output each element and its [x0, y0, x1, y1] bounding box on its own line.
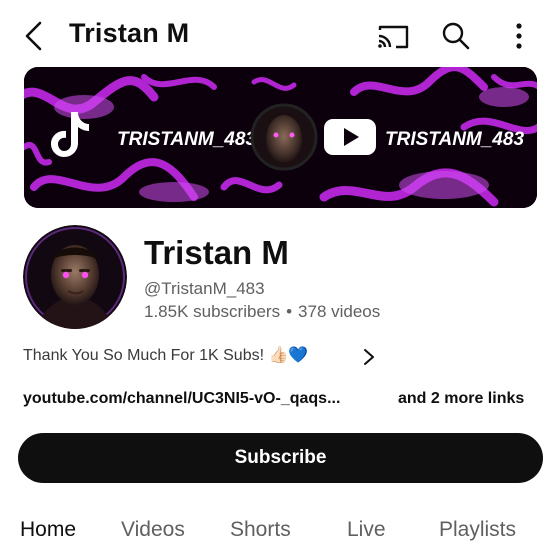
tab-live[interactable]: Live	[347, 518, 386, 542]
channel-stats: 1.85K subscribers • 378 videos	[144, 302, 380, 322]
channel-link[interactable]: youtube.com/channel/UC3NI5-vO-_qaqs...	[23, 390, 340, 407]
banner-avatar	[250, 103, 318, 171]
cast-icon[interactable]	[376, 24, 410, 50]
chevron-right-icon[interactable]	[362, 347, 376, 367]
channel-description[interactable]: Thank You So Much For 1K Subs! 👍🏻💙	[23, 345, 308, 365]
video-count: 378 videos	[298, 302, 381, 321]
more-vertical-icon[interactable]	[510, 21, 528, 51]
tab-home[interactable]: Home	[20, 518, 76, 542]
channel-banner: TRISTANM_483 TRISTANM_483	[24, 67, 537, 208]
more-links-button[interactable]: and 2 more links	[398, 390, 524, 408]
subscribe-button[interactable]: Subscribe	[18, 433, 543, 483]
channel-avatar[interactable]	[23, 225, 127, 329]
subscriber-count: 1.85K subscribers	[144, 302, 281, 321]
tab-playlists[interactable]: Playlists	[439, 518, 516, 542]
stats-separator: •	[286, 302, 293, 321]
page-title: Tristan M	[69, 18, 190, 48]
search-icon[interactable]	[441, 21, 471, 51]
youtube-logo-icon	[324, 119, 376, 155]
channel-links: youtube.com/channel/UC3NI5-vO-_qaqs... a…	[23, 390, 543, 408]
banner-right-text: TRISTANM_483	[385, 129, 524, 150]
channel-handle: @TristanM_483	[144, 279, 265, 298]
channel-tabs: Home Videos Shorts Live Playlists	[0, 512, 560, 552]
channel-name: Tristan M	[144, 234, 289, 271]
back-icon[interactable]	[20, 20, 48, 52]
tab-videos[interactable]: Videos	[121, 518, 185, 542]
banner-left-text: TRISTANM_483	[117, 129, 256, 150]
tab-shorts[interactable]: Shorts	[230, 518, 291, 542]
top-app-bar: Tristan M	[0, 0, 560, 70]
